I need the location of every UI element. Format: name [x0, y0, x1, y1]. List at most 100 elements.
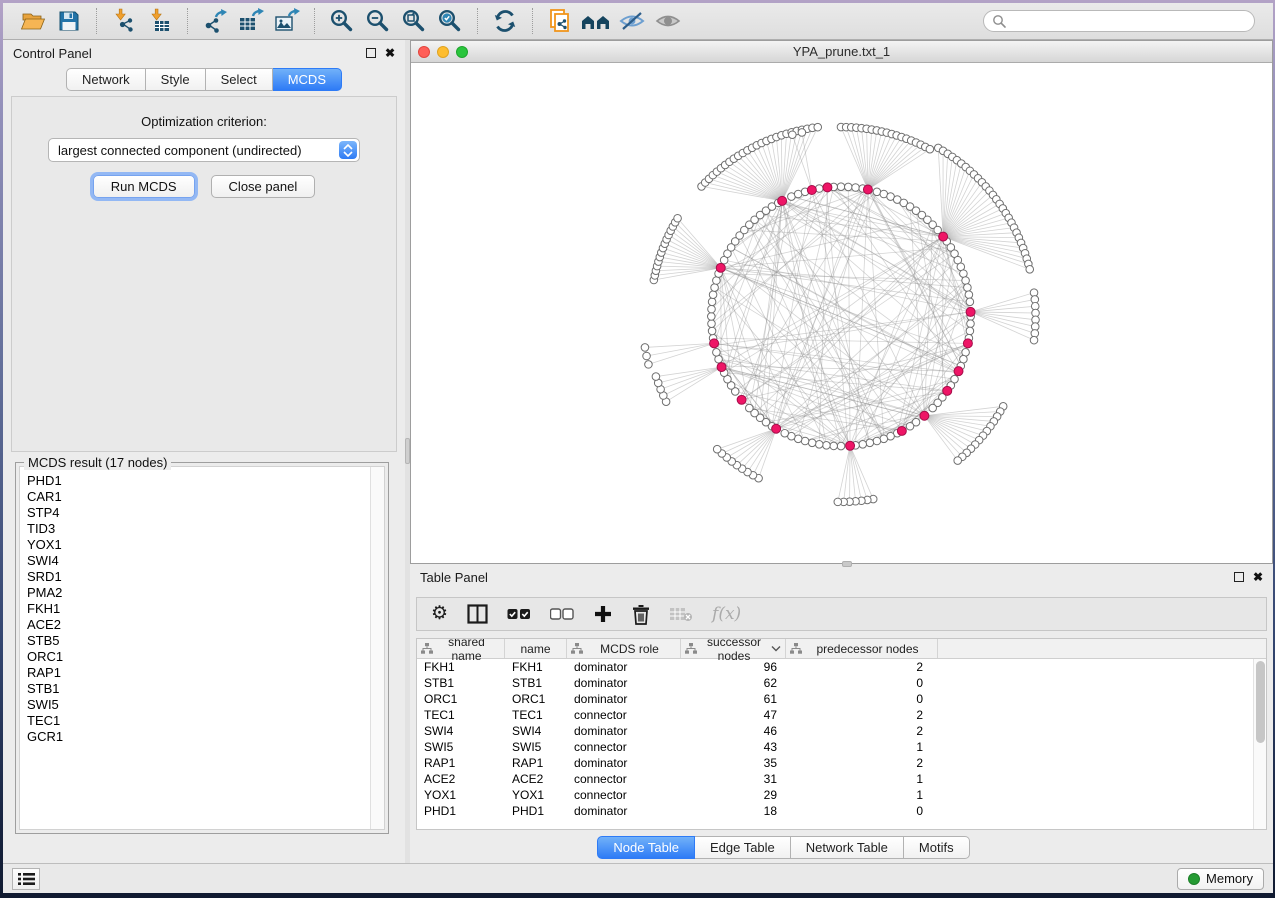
mcds-hub-node[interactable]: [823, 183, 832, 192]
tab-network[interactable]: Network: [66, 68, 146, 91]
leaf-node[interactable]: [713, 445, 721, 453]
tab-network-table[interactable]: Network Table: [791, 836, 904, 859]
table-row[interactable]: STB1STB1dominator620: [417, 675, 1253, 691]
mcds-result-item[interactable]: STB1: [27, 681, 370, 697]
ring-node[interactable]: [873, 437, 881, 445]
split-view-icon[interactable]: [467, 601, 488, 627]
table-row[interactable]: RAP1RAP1dominator352: [417, 755, 1253, 771]
ring-node[interactable]: [906, 422, 914, 430]
zoom-selected-icon[interactable]: [432, 6, 468, 36]
close-table-panel-icon[interactable]: ✖: [1253, 572, 1263, 582]
float-table-panel-icon[interactable]: [1234, 572, 1244, 582]
open-file-icon[interactable]: [15, 6, 51, 36]
mcds-hub-node[interactable]: [807, 186, 816, 195]
ring-node[interactable]: [964, 284, 972, 292]
column-header-shared-name[interactable]: shared name: [417, 639, 505, 658]
leaf-node[interactable]: [643, 352, 651, 360]
mcds-result-item[interactable]: TEC1: [27, 713, 370, 729]
leaf-node[interactable]: [834, 498, 842, 506]
run-mcds-button[interactable]: Run MCDS: [93, 175, 195, 198]
tab-node-table[interactable]: Node Table: [597, 836, 695, 859]
table-row[interactable]: ORC1ORC1dominator610: [417, 691, 1253, 707]
mcds-hub-node[interactable]: [737, 395, 746, 404]
ring-node[interactable]: [859, 441, 867, 449]
delete-column-icon[interactable]: [632, 601, 650, 627]
mcds-result-item[interactable]: STP4: [27, 505, 370, 521]
ring-node[interactable]: [962, 277, 970, 285]
leaf-node[interactable]: [1026, 266, 1034, 274]
table-settings-icon[interactable]: ⚙: [431, 601, 448, 627]
leaf-node[interactable]: [645, 361, 653, 369]
table-row[interactable]: YOX1YOX1connector291: [417, 787, 1253, 803]
ring-node[interactable]: [708, 305, 716, 313]
ring-node[interactable]: [966, 327, 974, 335]
mcds-hub-node[interactable]: [710, 339, 719, 348]
hide-selected-icon[interactable]: [614, 6, 650, 36]
mcds-result-item[interactable]: STB5: [27, 633, 370, 649]
ring-node[interactable]: [708, 313, 716, 321]
table-row[interactable]: SWI4SWI4dominator462: [417, 723, 1253, 739]
ring-node[interactable]: [866, 439, 874, 447]
splitter-grip[interactable]: [405, 438, 410, 464]
column-header-mcds-role[interactable]: MCDS role: [567, 639, 681, 658]
mcds-hub-node[interactable]: [954, 367, 963, 376]
leaf-node[interactable]: [652, 373, 660, 381]
ring-node[interactable]: [837, 183, 845, 191]
ring-node[interactable]: [711, 284, 719, 292]
tab-style[interactable]: Style: [146, 68, 206, 91]
import-network-icon[interactable]: [106, 6, 142, 36]
new-network-from-selection-icon[interactable]: [542, 6, 578, 36]
mcds-result-item[interactable]: FKH1: [27, 601, 370, 617]
mcds-hub-node[interactable]: [939, 232, 948, 241]
tab-motifs[interactable]: Motifs: [904, 836, 970, 859]
save-icon[interactable]: [51, 6, 87, 36]
tab-mcds[interactable]: MCDS: [273, 68, 342, 91]
table-row[interactable]: SWI5SWI5connector431: [417, 739, 1253, 755]
mcds-result-item[interactable]: ACE2: [27, 617, 370, 633]
import-table-icon[interactable]: [142, 6, 178, 36]
leaf-node[interactable]: [789, 131, 797, 139]
leaf-node[interactable]: [926, 145, 934, 153]
ring-node[interactable]: [815, 441, 823, 449]
export-table-icon[interactable]: [233, 6, 269, 36]
ring-node[interactable]: [966, 298, 974, 306]
memory-button[interactable]: Memory: [1177, 868, 1264, 890]
mcds-hub-node[interactable]: [778, 196, 787, 205]
mcds-hub-node[interactable]: [863, 185, 872, 194]
network-titlebar[interactable]: YPA_prune.txt_1: [411, 41, 1272, 63]
leaf-node[interactable]: [641, 344, 649, 352]
ring-node[interactable]: [708, 298, 716, 306]
tab-select[interactable]: Select: [206, 68, 273, 91]
column-header-predecessor-nodes[interactable]: predecessor nodes: [786, 639, 938, 658]
mcds-hub-node[interactable]: [943, 386, 952, 395]
mcds-hub-node[interactable]: [920, 411, 929, 420]
table-row[interactable]: TEC1TEC1connector472: [417, 707, 1253, 723]
ring-node[interactable]: [708, 327, 716, 335]
mcds-hub-node[interactable]: [717, 363, 726, 372]
deselect-all-icon[interactable]: [550, 601, 574, 627]
leaf-node[interactable]: [798, 129, 806, 137]
ring-node[interactable]: [781, 429, 789, 437]
mcds-result-item[interactable]: PHD1: [27, 473, 370, 489]
ring-node[interactable]: [830, 442, 838, 450]
mcds-hub-node[interactable]: [963, 339, 972, 348]
mcds-hub-node[interactable]: [772, 424, 781, 433]
add-column-icon[interactable]: [593, 601, 613, 627]
export-network-icon[interactable]: [197, 6, 233, 36]
table-row[interactable]: FKH1FKH1dominator962: [417, 659, 1253, 675]
search-input[interactable]: [1007, 14, 1246, 28]
leaf-node[interactable]: [814, 123, 822, 131]
column-header-successor-nodes[interactable]: successor nodes: [681, 639, 786, 658]
column-header-name[interactable]: name: [505, 639, 567, 658]
ring-node[interactable]: [929, 404, 937, 412]
mcds-result-item[interactable]: YOX1: [27, 537, 370, 553]
mcds-hub-node[interactable]: [846, 441, 855, 450]
ring-node[interactable]: [837, 442, 845, 450]
mcds-result-item[interactable]: CAR1: [27, 489, 370, 505]
close-panel-button[interactable]: Close panel: [211, 175, 316, 198]
table-row[interactable]: PHD1PHD1dominator180: [417, 803, 1253, 819]
mcds-result-item[interactable]: SRD1: [27, 569, 370, 585]
zoom-fit-icon[interactable]: [396, 6, 432, 36]
network-svg[interactable]: [411, 63, 1272, 562]
float-panel-icon[interactable]: [366, 48, 376, 58]
